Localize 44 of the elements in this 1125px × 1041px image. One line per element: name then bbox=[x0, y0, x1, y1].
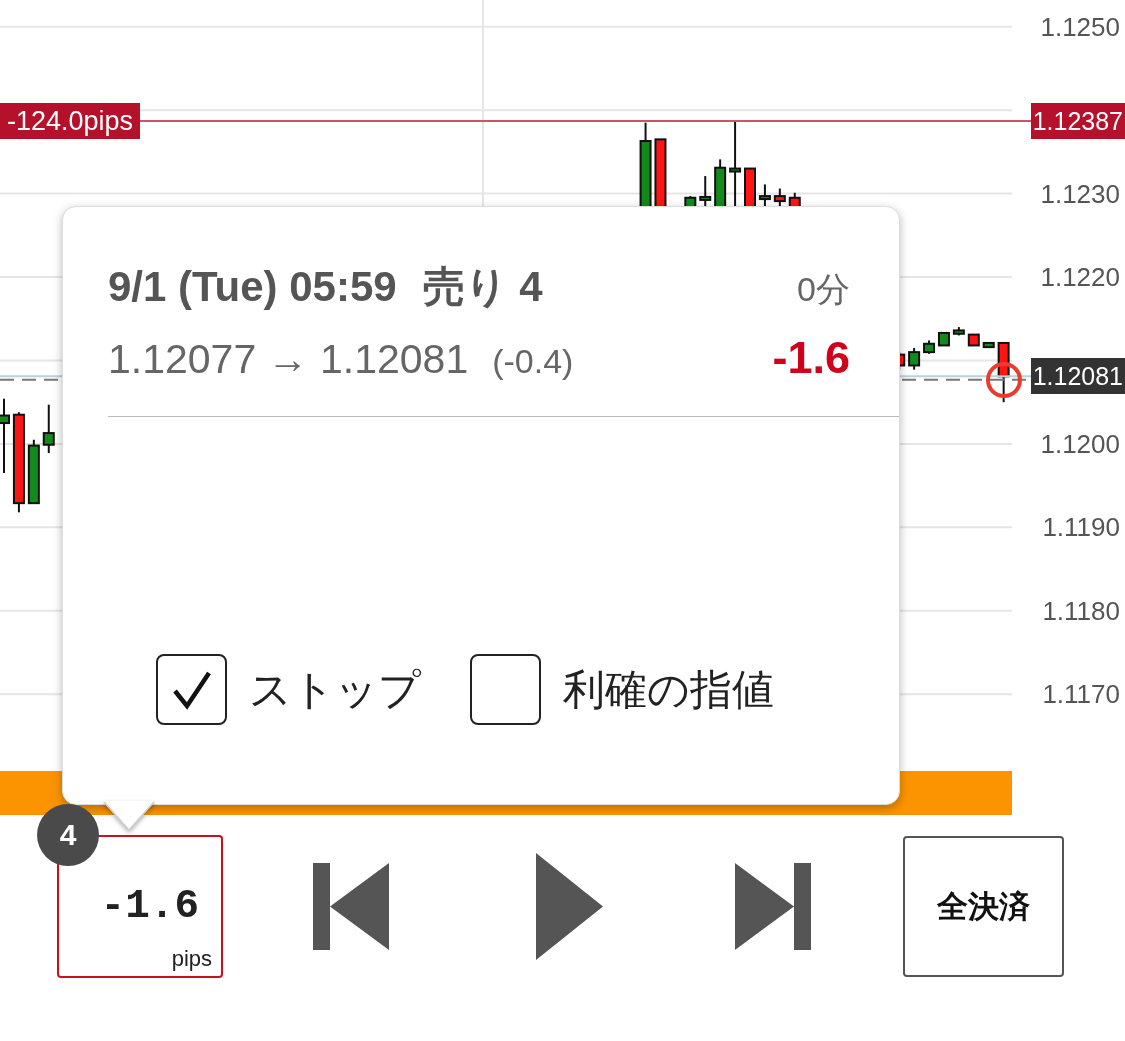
profit-unit: pips bbox=[171, 946, 212, 972]
candlestick bbox=[773, 187, 786, 209]
price-axis-label: 1.1250 bbox=[1040, 11, 1120, 42]
trade-duration: 0分 bbox=[797, 269, 850, 310]
current-price-tag: 1.12081 bbox=[1030, 358, 1125, 395]
candlestick bbox=[923, 339, 936, 355]
candlestick bbox=[654, 138, 667, 209]
price-axis-label: 1.1170 bbox=[1042, 679, 1120, 710]
candlestick bbox=[908, 346, 921, 371]
trade-prices: 1.12077 → 1.12081 bbox=[108, 335, 469, 383]
skip-back-icon[interactable] bbox=[313, 863, 389, 950]
checkbox[interactable] bbox=[470, 654, 541, 725]
candlestick bbox=[937, 331, 950, 347]
price-axis-label: 1.1230 bbox=[1040, 178, 1120, 209]
profit-value: -1.6 bbox=[100, 883, 199, 929]
checkbox-label[interactable]: 利確の指値 bbox=[563, 664, 774, 715]
candlestick bbox=[952, 326, 965, 337]
checkbox-label[interactable]: ストップ bbox=[249, 664, 421, 715]
candlestick bbox=[758, 183, 771, 209]
stop-price-tag: 1.12387 bbox=[1030, 103, 1125, 139]
trade-profit: -1.6 bbox=[772, 334, 850, 382]
play-icon[interactable] bbox=[536, 853, 603, 960]
trade-spread: (-0.4) bbox=[492, 341, 574, 382]
stop-pips-tag: -124.0pips bbox=[0, 103, 141, 139]
price-axis-label: 1.1180 bbox=[1042, 595, 1120, 626]
candlestick bbox=[997, 341, 1010, 404]
candlestick bbox=[744, 167, 756, 209]
ring-icon bbox=[986, 362, 1022, 398]
price-axis-label: 1.1190 bbox=[1042, 512, 1120, 543]
position-count-badge: 4 bbox=[37, 804, 99, 866]
trade-side: 売り 4 bbox=[422, 263, 543, 311]
price-axis-label: 1.1200 bbox=[1040, 428, 1120, 459]
price-axis-label: 1.1220 bbox=[1040, 262, 1120, 292]
candlestick bbox=[27, 438, 40, 505]
checkbox[interactable] bbox=[156, 654, 227, 725]
candlestick bbox=[714, 158, 727, 209]
candlestick bbox=[42, 403, 55, 455]
candlestick bbox=[967, 333, 980, 347]
trade-datetime: 9/1 (Tue) 05:59 bbox=[108, 263, 397, 311]
candlestick bbox=[982, 341, 995, 349]
check-icon bbox=[171, 669, 212, 710]
close-all-button[interactable]: 全決済 bbox=[903, 836, 1064, 977]
skip-forward-icon[interactable] bbox=[735, 863, 811, 950]
candlestick bbox=[699, 175, 712, 209]
